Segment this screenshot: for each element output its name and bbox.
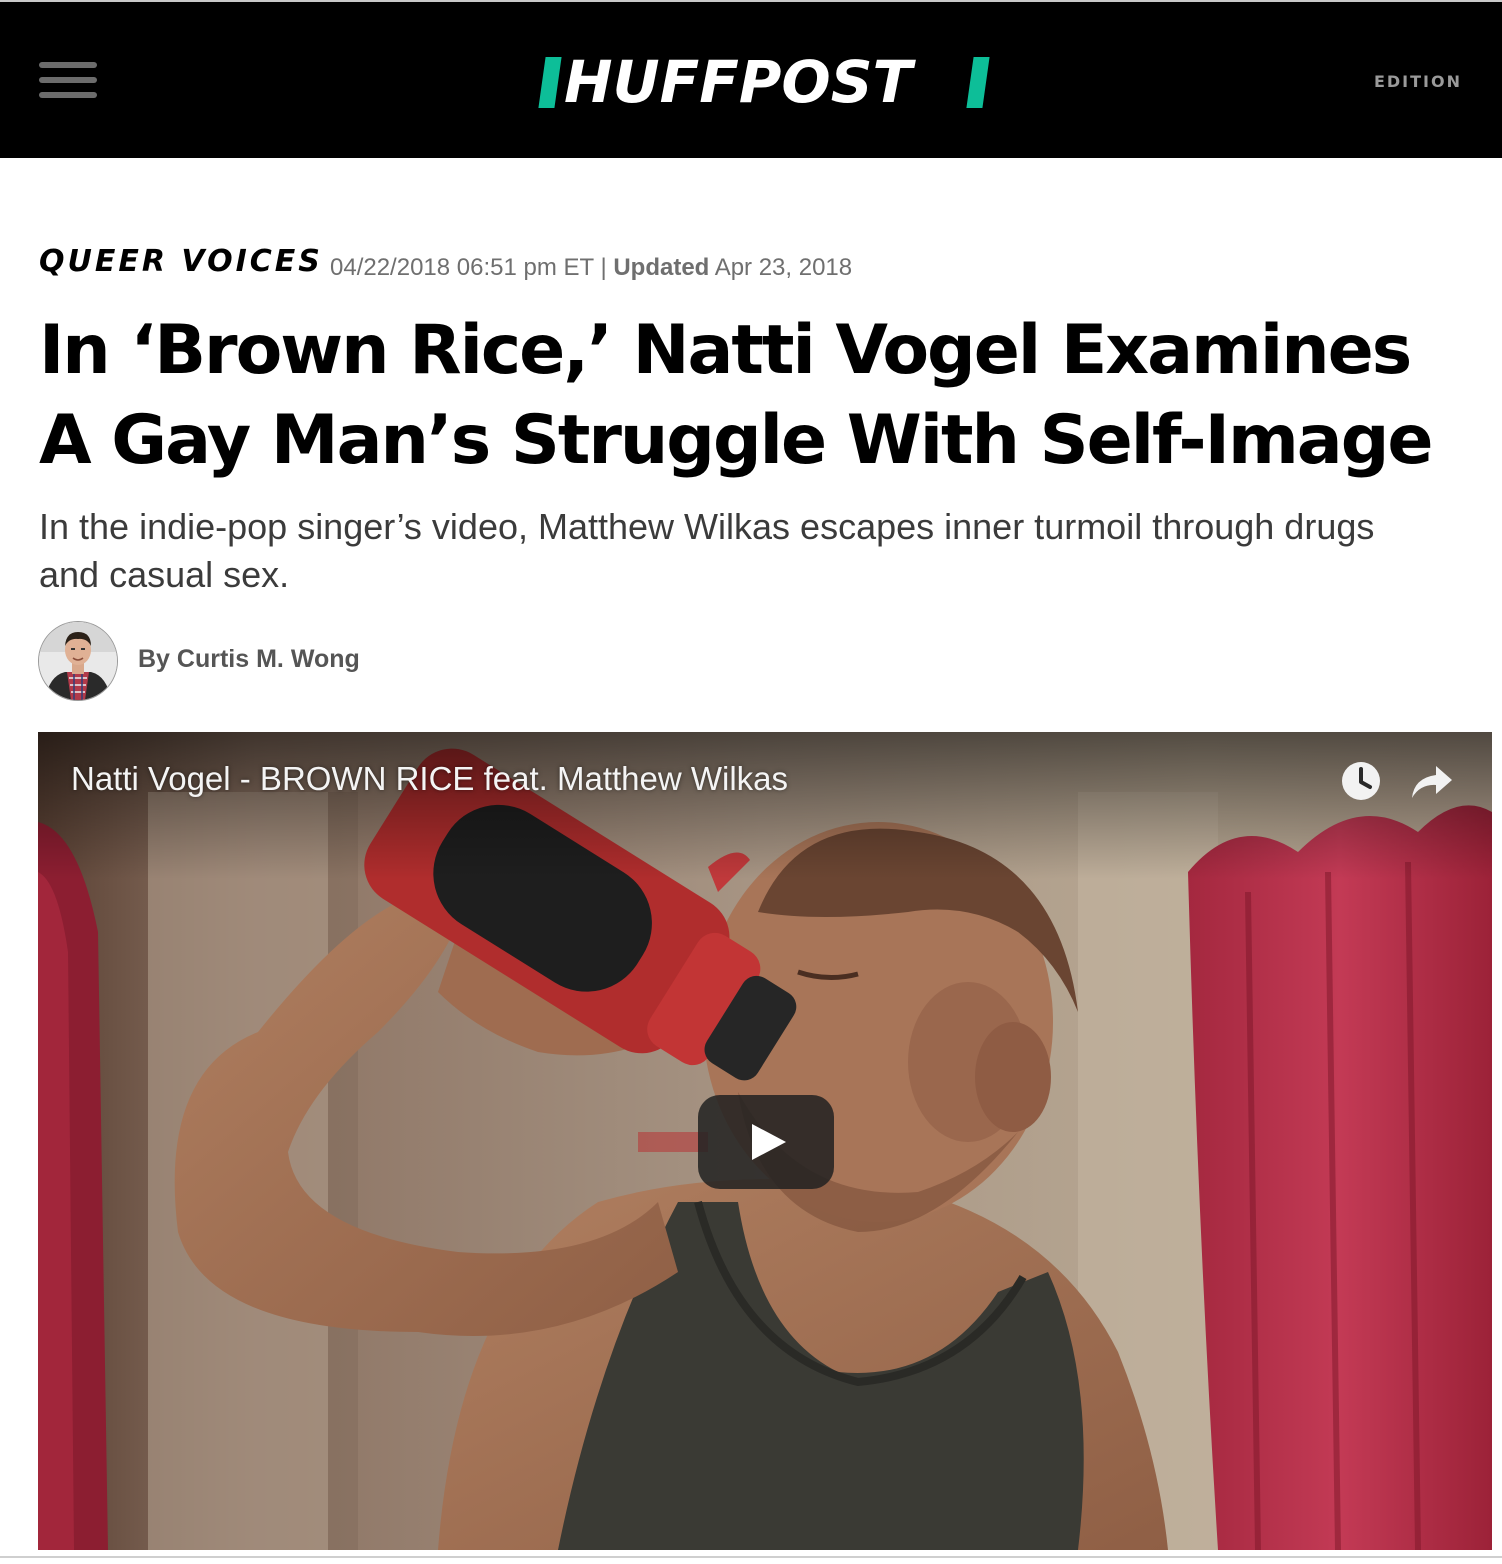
updated-label: Updated — [613, 254, 710, 281]
site-header: HUFFPOST EDITION — [0, 0, 1502, 158]
timestamp-separator: | — [600, 254, 607, 281]
huffpost-logo[interactable]: HUFFPOST — [538, 50, 992, 114]
logo-right-bar — [966, 57, 990, 108]
divider — [0, 1556, 1502, 1558]
article-headline: In ‘Brown Rice,’ Natti Vogel Examines A … — [39, 311, 1434, 480]
logo-left-bar — [538, 57, 562, 108]
video-player[interactable]: Natti Vogel - BROWN RICE feat. Matthew W… — [38, 732, 1492, 1550]
timestamp: 04/22/2018 06:51 pm ET | Updated Apr 23,… — [330, 254, 852, 282]
author-avatar[interactable] — [39, 622, 117, 700]
section-label[interactable]: QUEER VOICES — [39, 244, 323, 279]
share-arrow-icon[interactable] — [1410, 762, 1454, 802]
play-icon — [752, 1124, 786, 1160]
published-time: 04/22/2018 06:51 pm ET — [330, 254, 594, 281]
edition-button[interactable]: EDITION — [1374, 72, 1462, 91]
video-title[interactable]: Natti Vogel - BROWN RICE feat. Matthew W… — [71, 760, 788, 798]
page: HUFFPOST EDITION QUEER VOICES 04/22/2018… — [0, 0, 1502, 1564]
hamburger-menu-icon[interactable] — [39, 62, 97, 102]
clock-icon[interactable] — [1340, 760, 1382, 802]
byline: By Curtis M. Wong — [138, 645, 360, 674]
byline-prefix: By — [138, 645, 170, 673]
article-dek: In the indie-pop singer’s video, Matthew… — [39, 506, 1375, 595]
play-button[interactable] — [698, 1095, 834, 1189]
author-link[interactable]: Curtis M. Wong — [177, 645, 360, 673]
updated-date: Apr 23, 2018 — [714, 254, 853, 281]
logo-wordmark: HUFFPOST — [564, 48, 913, 116]
